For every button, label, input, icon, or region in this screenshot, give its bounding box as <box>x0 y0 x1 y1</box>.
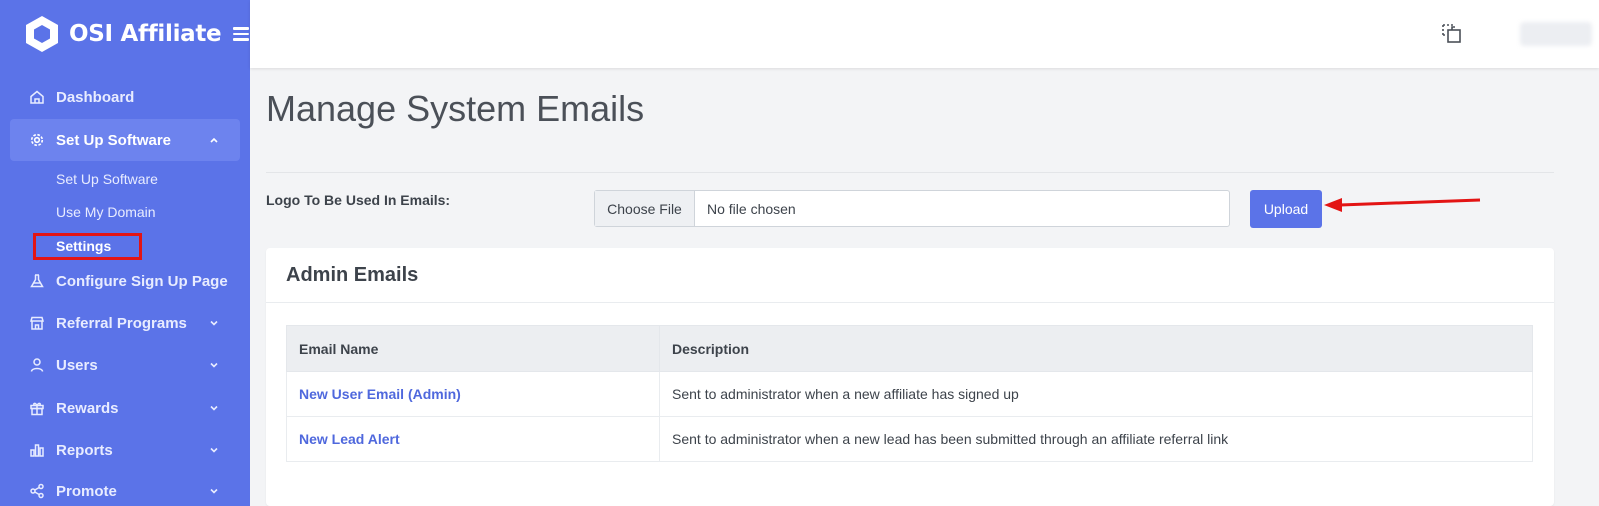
file-status: No file chosen <box>707 200 796 217</box>
sidebar-item-label: Set Up Software <box>56 131 172 149</box>
sidebar-item-promote[interactable]: Promote <box>10 472 240 506</box>
subitem-set-up-software[interactable]: Set Up Software <box>56 171 158 187</box>
table-row: New User Email (Admin) Sent to administr… <box>286 371 1533 417</box>
sidebar-item-configure-sign-up-page[interactable]: Configure Sign Up Page <box>10 262 240 300</box>
sidebar-item-rewards[interactable]: Rewards <box>10 389 240 427</box>
home-icon <box>28 88 46 106</box>
user-icon <box>28 356 46 374</box>
annotation-arrow <box>1324 198 1481 212</box>
chevron-down-icon <box>210 447 218 453</box>
upload-button[interactable]: Upload <box>1250 190 1322 228</box>
card-title: Admin Emails <box>286 263 419 286</box>
column-header-description[interactable]: Description <box>659 325 1533 372</box>
chevron-up-icon <box>210 137 218 143</box>
card-header: Admin Emails <box>266 248 1554 303</box>
hamburger-icon[interactable] <box>233 27 250 41</box>
sidebar-item-users[interactable]: Users <box>10 346 240 384</box>
sidebar-item-reports[interactable]: Reports <box>10 431 240 469</box>
chevron-down-icon <box>210 405 218 411</box>
divider <box>266 172 1554 173</box>
email-description-cell: Sent to administrator when a new lead ha… <box>659 416 1533 462</box>
chevron-down-icon <box>210 362 218 368</box>
logo-file-input[interactable]: Choose File No file chosen <box>594 190 1230 227</box>
sidebar-item-label: Rewards <box>56 399 119 417</box>
brand-name[interactable]: OSI Affiliate <box>69 21 222 47</box>
user-menu[interactable] <box>1520 22 1592 46</box>
sidebar-item-label: Configure Sign Up Page <box>56 272 228 290</box>
sidebar-item-dashboard[interactable]: Dashboard <box>10 78 240 116</box>
table-header-row: Email Name Description <box>286 325 1533 372</box>
subitem-use-my-domain[interactable]: Use My Domain <box>56 204 156 220</box>
sidebar-item-label: Reports <box>56 441 113 459</box>
sidebar-item-label: Dashboard <box>56 88 135 106</box>
gift-icon <box>28 399 46 417</box>
share-icon <box>28 482 46 500</box>
chevron-down-icon <box>210 320 218 326</box>
flask-icon <box>28 272 46 290</box>
page-title: Manage System Emails <box>266 88 645 129</box>
email-name-link[interactable]: New User Email (Admin) <box>299 386 461 402</box>
choose-file-button[interactable]: Choose File <box>595 191 695 226</box>
bar-chart-icon <box>28 441 46 459</box>
sidebar-item-label: Referral Programs <box>56 314 187 332</box>
annotation-highlight-box <box>33 233 142 260</box>
admin-emails-table: Email Name Description New User Email (A… <box>286 325 1533 462</box>
chevron-down-icon <box>210 488 218 494</box>
sidebar-item-label: Users <box>56 356 98 374</box>
store-icon <box>28 314 46 332</box>
email-name-cell: New Lead Alert <box>286 416 660 462</box>
logo-field-label: Logo To Be Used In Emails: <box>266 192 451 208</box>
column-header-email-name[interactable]: Email Name <box>286 325 660 372</box>
sidebar: OSI Affiliate Dashboard Set Up Software … <box>0 0 250 506</box>
sidebar-item-label: Promote <box>56 482 117 500</box>
sidebar-item-set-up-software[interactable]: Set Up Software <box>10 119 240 161</box>
sidebar-item-referral-programs[interactable]: Referral Programs <box>10 304 240 342</box>
email-name-cell: New User Email (Admin) <box>286 371 660 417</box>
table-row: New Lead Alert Sent to administrator whe… <box>286 416 1533 462</box>
email-description-cell: Sent to administrator when a new affilia… <box>659 371 1533 417</box>
hexagon-logo-icon[interactable] <box>24 14 60 54</box>
admin-emails-card: Admin Emails Email Name Description New … <box>266 248 1554 506</box>
email-name-link[interactable]: New Lead Alert <box>299 431 400 447</box>
gear-icon <box>28 131 46 149</box>
brand: OSI Affiliate <box>0 0 250 68</box>
topbar <box>250 0 1599 68</box>
fullscreen-icon[interactable] <box>1441 23 1463 45</box>
